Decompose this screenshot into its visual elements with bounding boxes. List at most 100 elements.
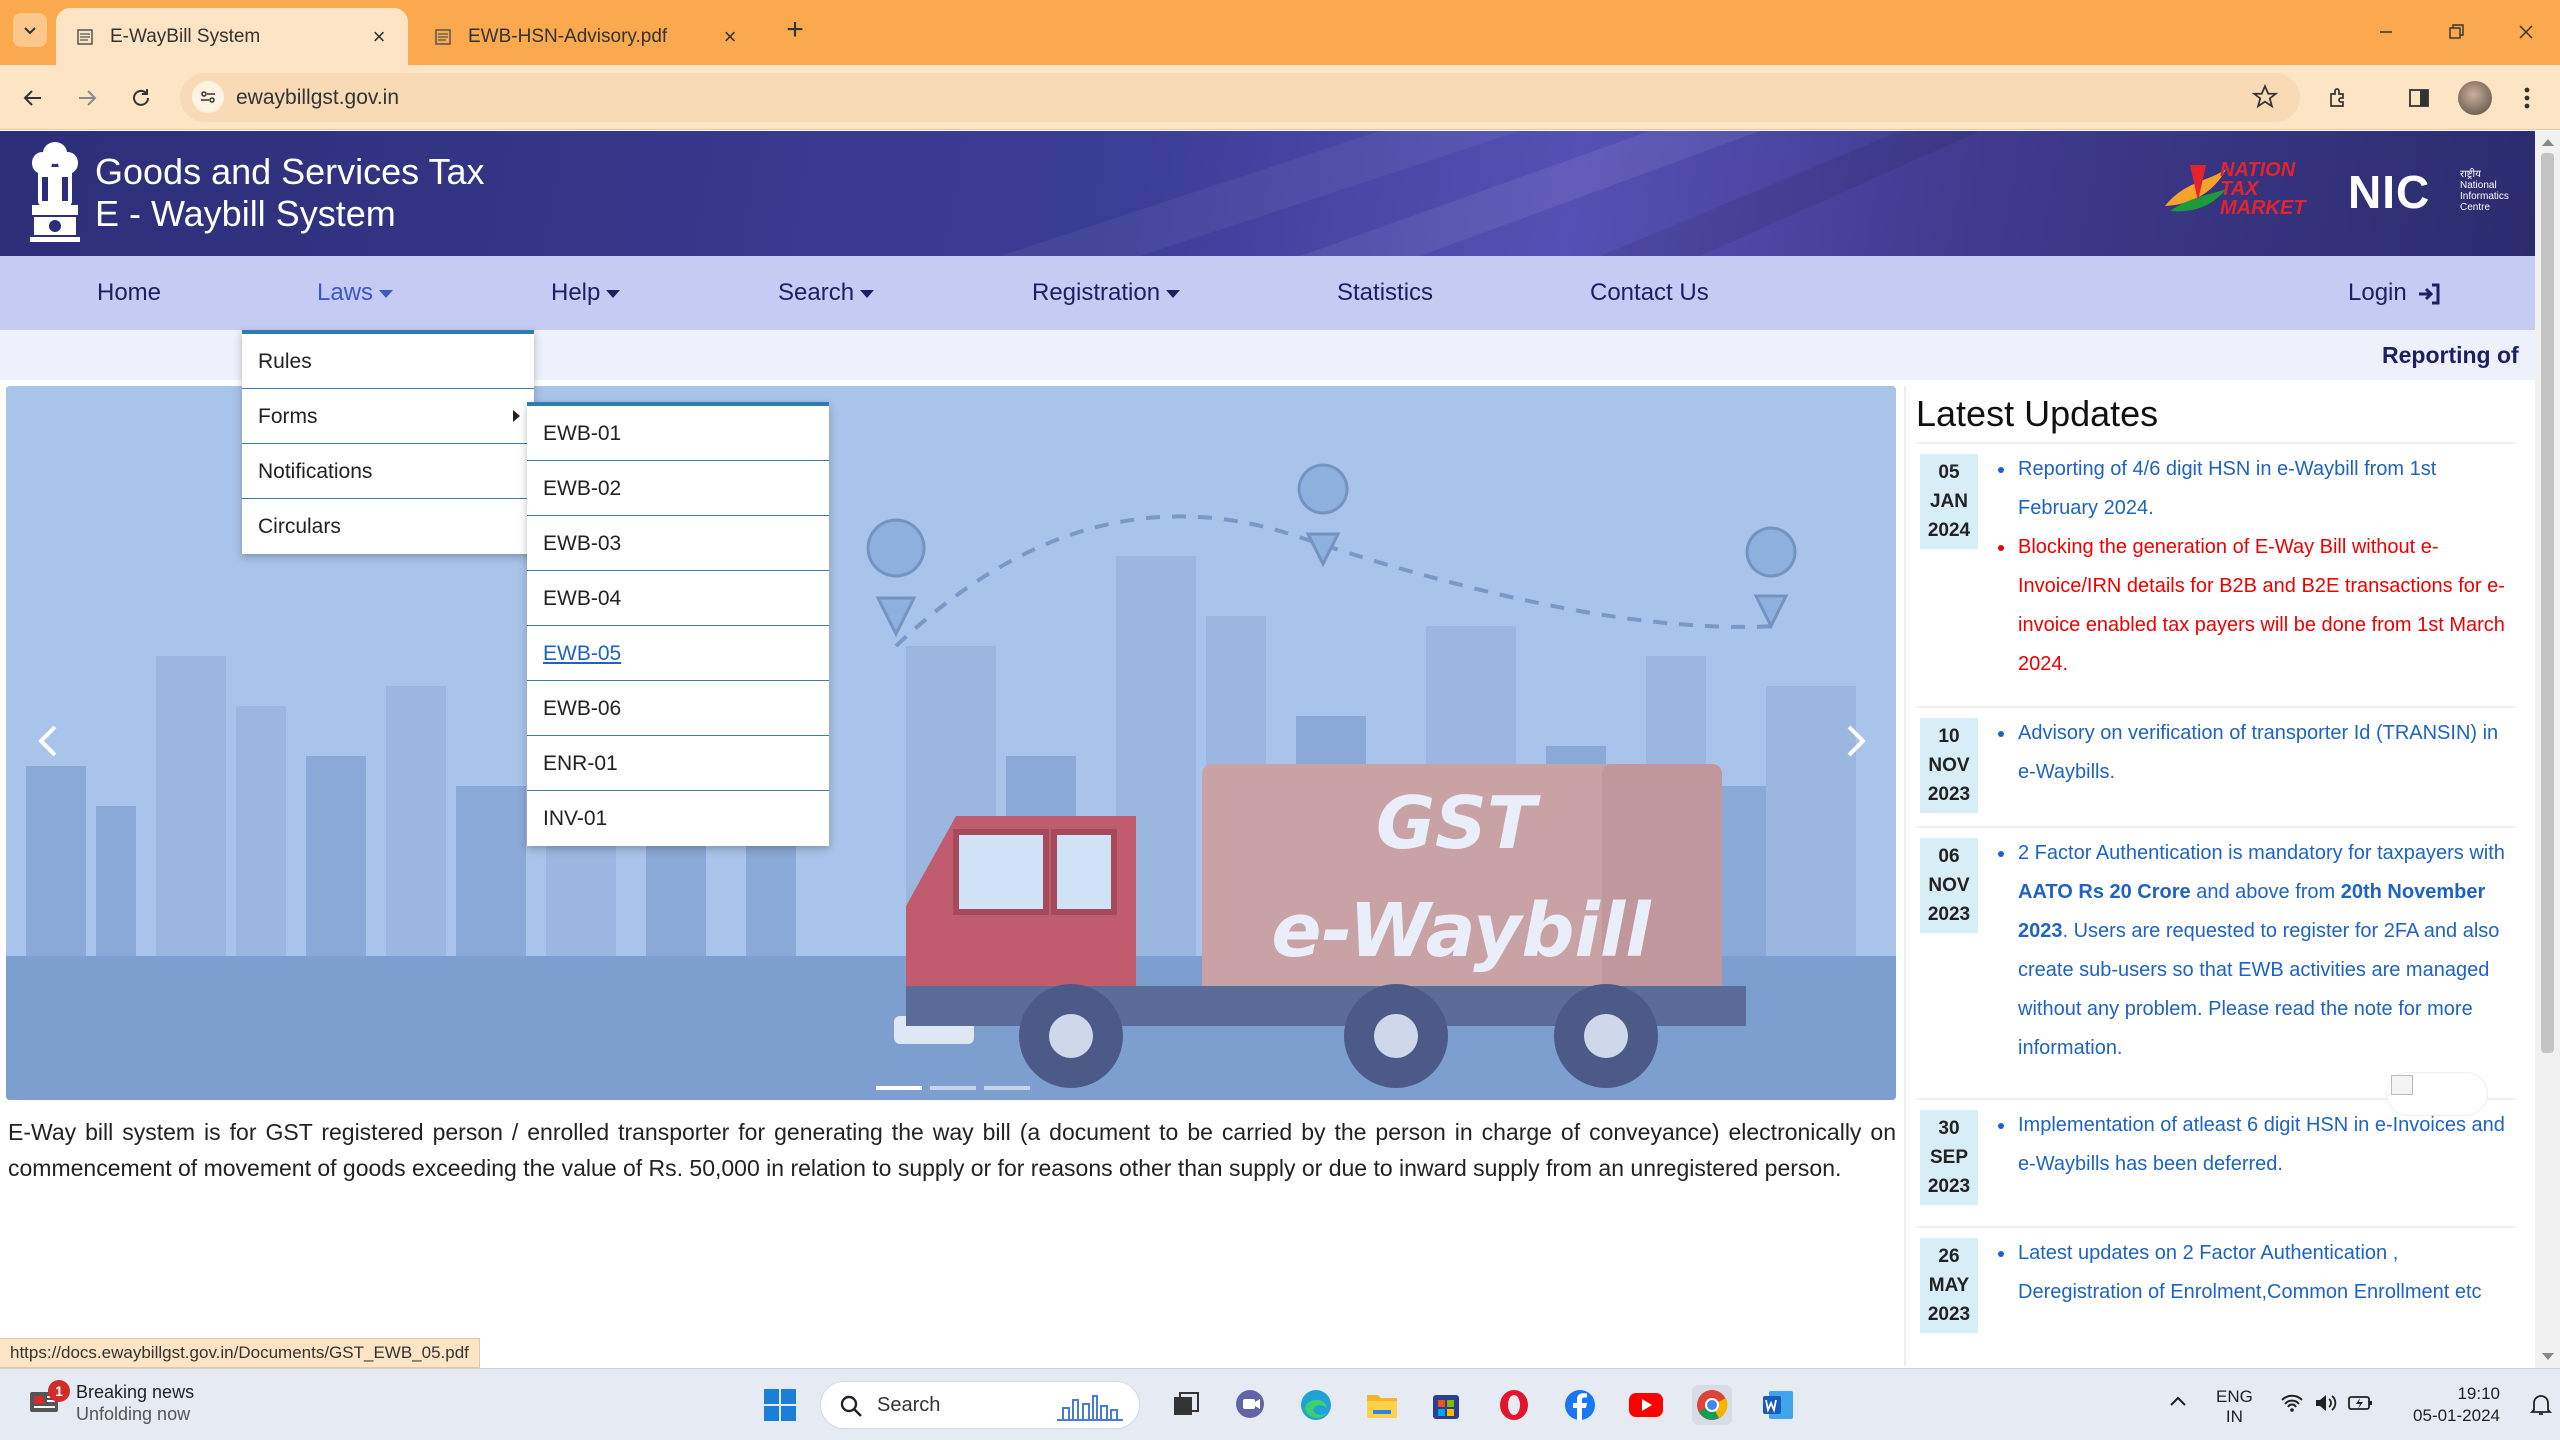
nav-laws[interactable]: Laws <box>317 256 394 330</box>
address-bar[interactable]: ewaybillgst.gov.in <box>180 73 2300 122</box>
update-date: 06 NOV 2023 <box>1920 838 1978 933</box>
nav-home[interactable]: Home <box>97 256 161 330</box>
submenu-item-inv-01[interactable]: INV-01 <box>527 791 829 846</box>
latest-updates-heading: Latest Updates <box>1916 393 2159 434</box>
nav-login[interactable]: Login <box>2348 256 2441 330</box>
update-list: Latest updates on 2 Factor Authenticatio… <box>1996 1234 2512 1312</box>
nav-registration[interactable]: Registration <box>1032 256 1181 330</box>
submenu-item-ewb-06[interactable]: EWB-06 <box>527 681 829 736</box>
update-link[interactable]: Advisory on verification of transporter … <box>1996 714 2512 792</box>
menu-item-rules[interactable]: Rules <box>242 334 534 389</box>
news-text: Breaking news Unfolding now <box>76 1382 195 1424</box>
word-app-icon[interactable] <box>1758 1385 1798 1425</box>
carousel-next-arrow-icon[interactable] <box>1836 716 1876 766</box>
microsoft-store-icon[interactable] <box>1426 1385 1466 1425</box>
close-icon[interactable]: × <box>368 24 390 49</box>
back-arrow-icon[interactable] <box>16 81 50 115</box>
nav-help[interactable]: Help <box>551 256 621 330</box>
carousel-prev-arrow-icon[interactable] <box>28 716 68 766</box>
site-info-icon[interactable] <box>192 81 224 113</box>
bookmark-star-icon[interactable] <box>2251 83 2279 116</box>
update-link[interactable]: 2 Factor Authentication is mandatory for… <box>1996 834 2512 1068</box>
battery-charging-icon[interactable] <box>2348 1393 2374 1418</box>
update-link[interactable]: Reporting of 4/6 digit HSN in e-Waybill … <box>1996 450 2512 528</box>
scroll-up-arrow-icon[interactable] <box>2542 139 2554 146</box>
restore-icon[interactable] <box>2442 18 2470 46</box>
more-vert-icon[interactable] <box>2510 81 2544 115</box>
side-panel-icon[interactable] <box>2402 81 2436 115</box>
minimize-icon[interactable] <box>2372 18 2400 46</box>
speaker-volume-icon[interactable] <box>2314 1393 2338 1418</box>
partner-logos: NATION TAX MARKET NIC राष्ट्रीय National… <box>2160 160 2510 221</box>
chrome-browser-icon[interactable] <box>1692 1385 1732 1425</box>
edge-browser-icon[interactable] <box>1296 1385 1336 1425</box>
reload-icon[interactable] <box>124 81 158 115</box>
submenu-item-enr-01[interactable]: ENR-01 <box>527 736 829 791</box>
windows-start-icon[interactable] <box>760 1385 800 1425</box>
nav-contact-us[interactable]: Contact Us <box>1590 256 1709 330</box>
wifi-icon[interactable] <box>2280 1393 2304 1418</box>
latest-updates-panel: Latest Updates 05 JAN 2024 Reporting of 4/… <box>1904 386 2526 1366</box>
opera-browser-icon[interactable] <box>1494 1385 1534 1425</box>
nav-search-label: Search <box>778 279 855 306</box>
file-explorer-icon[interactable] <box>1362 1385 1402 1425</box>
nav-search[interactable]: Search <box>778 256 875 330</box>
update-link[interactable]: Blocking the generation of E-Way Bill wi… <box>1996 528 2512 684</box>
carousel-indicator[interactable] <box>930 1086 976 1090</box>
submenu-item-ewb-01[interactable]: EWB-01 <box>527 406 829 461</box>
tab-search-button[interactable] <box>13 13 47 47</box>
update-entry: 10 NOV 2023 Advisory on verification of tr… <box>1916 706 2516 816</box>
site-title-line1: Goods and Services Tax <box>95 151 485 192</box>
submenu-item-ewb-04[interactable]: EWB-04 <box>527 571 829 626</box>
submenu-item-ewb-02[interactable]: EWB-02 <box>527 461 829 516</box>
notification-bell-icon[interactable] <box>2529 1383 2556 1427</box>
submenu-item-ewb-05[interactable]: EWB-05 <box>527 626 829 681</box>
header-decoration <box>1000 131 1980 256</box>
forward-arrow-icon[interactable] <box>70 81 104 115</box>
nic-logo: NIC <box>2348 166 2431 218</box>
update-date: 05 JAN 2024 <box>1920 454 1978 549</box>
carousel-indicator[interactable] <box>984 1086 1030 1090</box>
update-list: 2 Factor Authentication is mandatory for… <box>1996 834 2512 1068</box>
taskbar-search-box[interactable]: Search <box>820 1381 1140 1429</box>
tab-hsn-advisory-pdf[interactable]: EWB-HSN-Advisory.pdf × <box>414 8 759 65</box>
emblem-favicon-icon <box>432 26 454 48</box>
forms-submenu: EWB-01 EWB-02 EWB-03 EWB-04 EWB-05 EWB-0… <box>527 402 829 846</box>
scroll-down-arrow-icon[interactable] <box>2542 1353 2554 1360</box>
system-clock[interactable]: 19:10 05-01-2024 <box>2400 1383 2500 1427</box>
nav-registration-label: Registration <box>1032 279 1161 306</box>
update-link[interactable]: Latest updates on 2 Factor Authenticatio… <box>1996 1234 2512 1312</box>
scrollbar-thumb[interactable] <box>2541 153 2554 1053</box>
close-window-icon[interactable] <box>2512 18 2540 46</box>
menu-item-forms-label: Forms <box>258 405 318 428</box>
submenu-item-ewb-03[interactable]: EWB-03 <box>527 516 829 571</box>
menu-item-notifications[interactable]: Notifications <box>242 444 534 499</box>
close-icon[interactable]: × <box>719 24 741 49</box>
page-scrollbar[interactable] <box>2535 131 2560 1368</box>
ticker-text[interactable]: Reporting of 4/6 digit HSN in e-Waybill … <box>2382 342 2522 369</box>
search-highlight-skyline-icon <box>1057 1395 1123 1421</box>
caret-right-icon <box>513 410 520 422</box>
nic-logo-subtext: राष्ट्रीय National Informatics Centre <box>2460 169 2509 213</box>
tray-chevron-up-icon[interactable] <box>2168 1393 2188 1413</box>
tab-ewaybill-system[interactable]: E-WayBill System × <box>56 8 408 65</box>
profile-avatar[interactable] <box>2458 81 2492 115</box>
caret-down-icon <box>860 289 875 298</box>
youtube-icon[interactable] <box>1626 1385 1666 1425</box>
update-link[interactable]: Implementation of atleast 6 digit HSN in… <box>1996 1106 2512 1184</box>
link-status-bar: https://docs.ewaybillgst.gov.in/Document… <box>0 1338 480 1368</box>
task-view-icon[interactable] <box>1166 1385 1206 1425</box>
update-list: Advisory on verification of transporter … <box>1996 714 2512 792</box>
carousel-indicator[interactable] <box>876 1086 922 1090</box>
broken-image-placeholder <box>2386 1072 2488 1116</box>
new-tab-plus-icon[interactable]: + <box>780 15 810 46</box>
input-language-indicator[interactable]: ENG IN <box>2216 1387 2253 1427</box>
nav-help-label: Help <box>551 279 601 306</box>
menu-item-circulars[interactable]: Circulars <box>242 499 534 554</box>
nav-statistics[interactable]: Statistics <box>1337 256 1433 330</box>
facebook-icon[interactable] <box>1560 1385 1600 1425</box>
news-widget[interactable]: 1 Breaking news Unfolding now <box>28 1380 195 1425</box>
teams-chat-icon[interactable] <box>1230 1385 1270 1425</box>
extensions-puzzle-icon[interactable] <box>2322 81 2356 115</box>
menu-item-forms[interactable]: Forms <box>242 389 534 444</box>
